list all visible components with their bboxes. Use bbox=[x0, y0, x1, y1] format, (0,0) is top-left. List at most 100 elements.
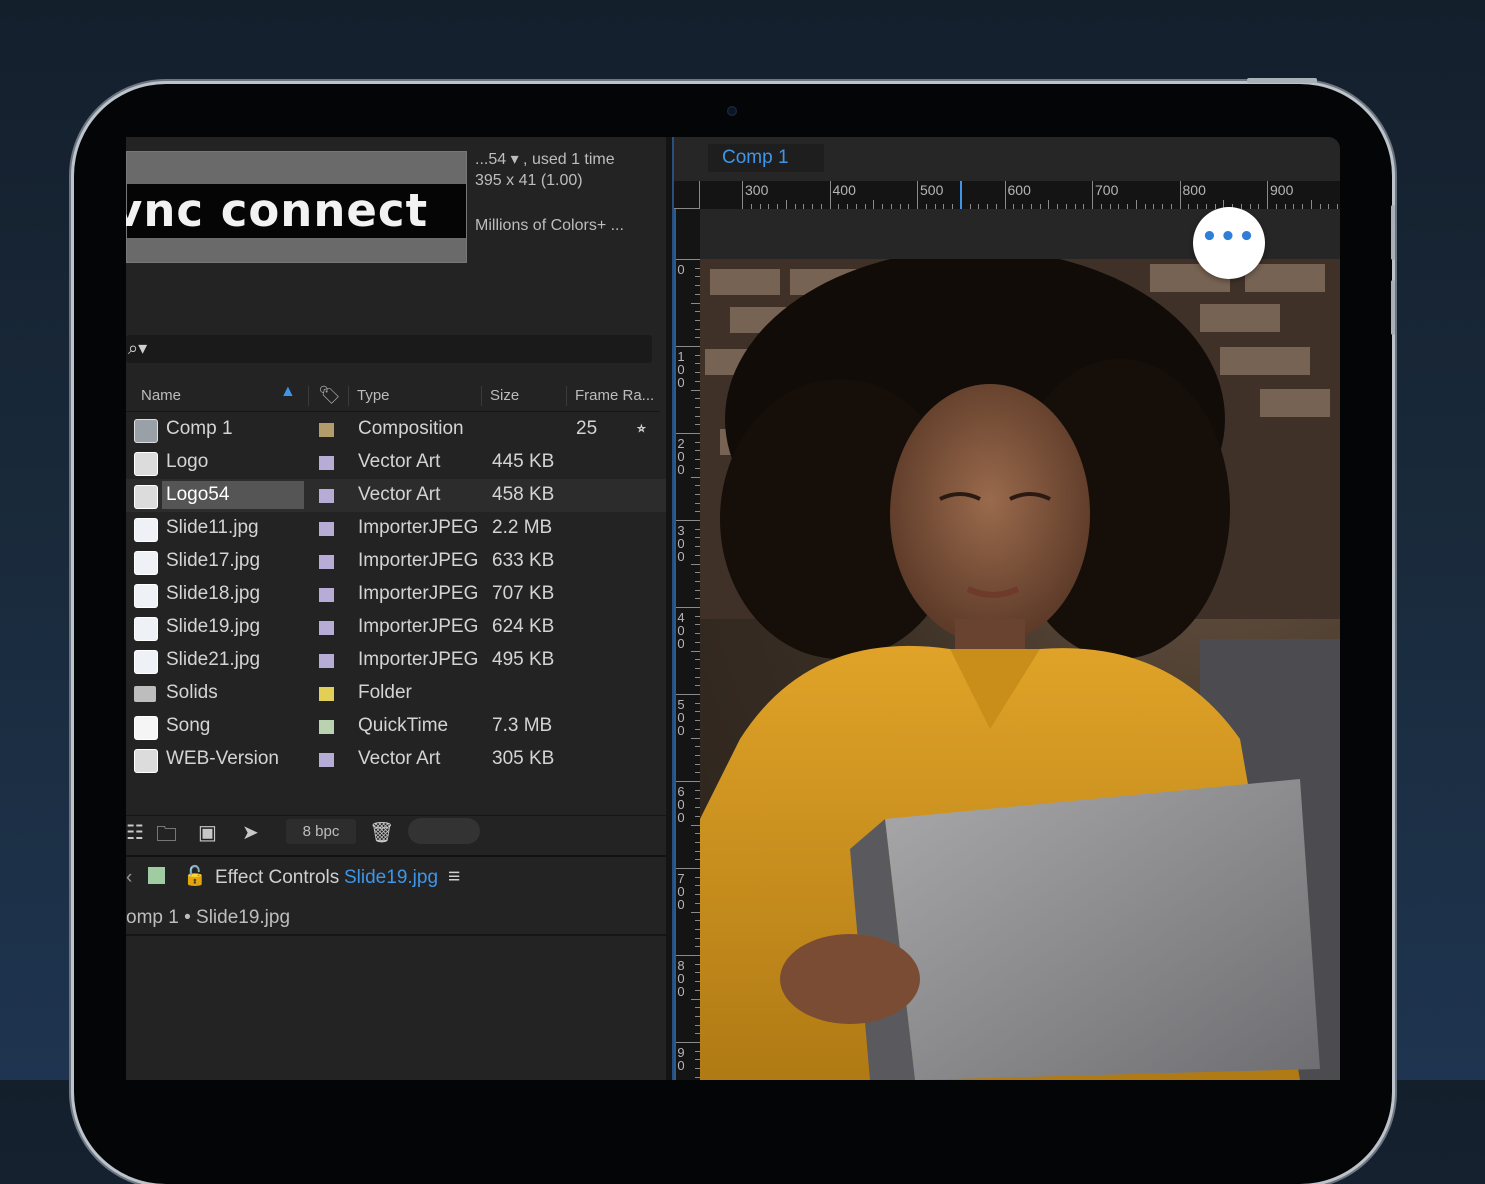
project-item-row[interactable]: Logo54 Vector Art 458 KB bbox=[126, 479, 666, 512]
ruler-minor-tick bbox=[691, 737, 700, 739]
effect-controls-layer[interactable]: Slide19.jpg bbox=[344, 867, 438, 889]
effect-controls-tab[interactable]: ‹ 🔓 Effect Controls Slide19.jpg ≡ bbox=[126, 859, 666, 899]
search-icon[interactable]: ⌕▾ bbox=[128, 338, 147, 359]
column-name[interactable]: Name bbox=[141, 387, 181, 404]
ruler-label: 9 0 bbox=[677, 1045, 685, 1073]
ruler-label: 1 0 0 bbox=[677, 349, 685, 390]
composition-tab-bar: Comp 1 bbox=[674, 137, 1340, 181]
ruler-major-tick bbox=[674, 781, 700, 782]
project-item-row[interactable]: Song QuickTime 7.3 MB bbox=[126, 710, 666, 743]
ruler-label: 7 0 0 bbox=[677, 871, 685, 912]
flowchart-icon[interactable]: ⭒ bbox=[636, 417, 647, 440]
item-type: ImporterJPEG bbox=[358, 517, 479, 538]
project-search-input[interactable]: ⌕▾ bbox=[126, 335, 652, 363]
item-name[interactable]: Song bbox=[166, 715, 210, 737]
ruler-label: 800 bbox=[1182, 182, 1206, 198]
column-frame-rate[interactable]: Frame Ra... bbox=[575, 387, 654, 404]
ruler-minor-tick bbox=[691, 824, 700, 826]
project-item-row[interactable]: Slide11.jpg ImporterJPEG 2.2 MB bbox=[126, 512, 666, 545]
ruler-major-tick bbox=[917, 181, 918, 209]
item-name[interactable]: Slide19.jpg bbox=[166, 616, 260, 638]
horizontal-ruler[interactable]: 300 400 500 600 700 800 900 bbox=[674, 181, 1340, 209]
bit-depth-button[interactable]: 8 bpc bbox=[286, 819, 356, 844]
interpret-footage-icon[interactable]: ☷ bbox=[126, 820, 144, 845]
ruler-major-tick bbox=[674, 433, 700, 434]
label-color-swatch[interactable] bbox=[319, 687, 334, 701]
panel-menu-icon[interactable]: ≡ bbox=[448, 865, 460, 889]
item-name[interactable]: Slide18.jpg bbox=[166, 583, 260, 605]
ruler-major-tick bbox=[674, 259, 700, 260]
label-color-swatch[interactable] bbox=[319, 522, 334, 536]
project-item-row[interactable]: Slide17.jpg ImporterJPEG 633 KB bbox=[126, 545, 666, 578]
vertical-ruler[interactable]: 0 1 0 0 2 0 0 3 0 0 4 0 0 5 0 0 6 0 0 7 0 0 8 0 … bbox=[674, 209, 700, 1080]
ruler-origin-corner[interactable] bbox=[674, 181, 700, 209]
new-composition-icon[interactable]: ▣ bbox=[198, 820, 217, 845]
item-name[interactable]: Comp 1 bbox=[166, 418, 233, 440]
composition-icon bbox=[134, 419, 158, 443]
jpeg-file-icon bbox=[134, 617, 158, 641]
vector-file-icon bbox=[134, 485, 158, 509]
effect-controls-title: Effect Controls bbox=[215, 867, 340, 888]
project-item-row[interactable]: Slide18.jpg ImporterJPEG 707 KB bbox=[126, 578, 666, 611]
label-color-swatch[interactable] bbox=[319, 456, 334, 470]
ruler-minor-tick bbox=[1048, 200, 1050, 209]
asset-name-usage[interactable]: ...54 ▾ , used 1 time bbox=[475, 149, 615, 169]
label-color-swatch[interactable] bbox=[319, 621, 334, 635]
project-item-row[interactable]: Slide19.jpg ImporterJPEG 624 KB bbox=[126, 611, 666, 644]
project-item-row[interactable]: Logo Vector Art 445 KB bbox=[126, 446, 666, 479]
tablet-top-button bbox=[1247, 78, 1317, 83]
label-color-swatch[interactable] bbox=[319, 720, 334, 734]
column-separator bbox=[481, 386, 482, 406]
label-color-swatch[interactable] bbox=[319, 753, 334, 767]
label-color-swatch[interactable] bbox=[319, 423, 334, 437]
project-item-row[interactable]: Slide21.jpg ImporterJPEG 495 KB bbox=[126, 644, 666, 677]
vector-file-icon bbox=[134, 452, 158, 476]
ruler-major-tick bbox=[674, 520, 700, 521]
horizontal-scrollbar[interactable] bbox=[408, 818, 480, 844]
project-items-list: Comp 1 Composition 25 ⭒ Logo Vector Art 445 KB… bbox=[126, 413, 666, 776]
item-name[interactable]: Slide21.jpg bbox=[166, 649, 260, 671]
ruler-label: 5 0 0 bbox=[677, 697, 685, 738]
project-item-row[interactable]: WEB-Version Vector Art 305 KB bbox=[126, 743, 666, 776]
ruler-minor-tick bbox=[785, 200, 787, 209]
render-queue-icon[interactable]: ➤ bbox=[242, 820, 259, 845]
app-screen: vnc connect ...54 ▾ , used 1 time 395 x … bbox=[126, 137, 1340, 1080]
lock-icon[interactable]: 🔓 bbox=[183, 864, 207, 888]
more-options-button[interactable]: ••• bbox=[1193, 207, 1265, 279]
jpeg-file-icon bbox=[134, 518, 158, 542]
chevron-left-icon[interactable]: ‹ bbox=[126, 867, 132, 889]
asset-colors: Millions of Colors+ ... bbox=[475, 217, 624, 234]
ruler-minor-tick bbox=[873, 200, 875, 209]
folder-icon bbox=[134, 686, 156, 702]
label-color-swatch[interactable] bbox=[319, 489, 334, 503]
ruler-cursor-marker bbox=[960, 181, 962, 209]
column-size[interactable]: Size bbox=[490, 387, 519, 404]
composition-viewer[interactable] bbox=[700, 259, 1340, 1080]
trash-icon[interactable]: 🗑 bbox=[369, 820, 394, 845]
tab-comp-1[interactable]: Comp 1 bbox=[708, 144, 824, 172]
item-name[interactable]: Logo bbox=[166, 451, 208, 473]
ruler-cursor-marker bbox=[674, 209, 676, 1080]
item-name[interactable]: Logo54 bbox=[162, 481, 304, 509]
item-name[interactable]: Slide17.jpg bbox=[166, 550, 260, 572]
ruler-label: 600 bbox=[1007, 182, 1031, 198]
column-type[interactable]: Type bbox=[357, 387, 390, 404]
label-tag-icon[interactable]: 🏷 bbox=[318, 385, 341, 406]
label-color-swatch[interactable] bbox=[319, 555, 334, 569]
item-name[interactable]: Solids bbox=[166, 682, 218, 704]
sort-ascending-icon[interactable]: ▲ bbox=[280, 383, 296, 401]
project-panel: vnc connect ...54 ▾ , used 1 time 395 x … bbox=[126, 137, 666, 1080]
item-type: Vector Art bbox=[358, 484, 441, 505]
ruler-minor-tick bbox=[691, 302, 700, 304]
item-type: Folder bbox=[358, 682, 412, 703]
ruler-label: 400 bbox=[832, 182, 856, 198]
label-color-swatch[interactable] bbox=[319, 654, 334, 668]
project-item-row[interactable]: Comp 1 Composition 25 ⭒ bbox=[126, 413, 666, 446]
project-item-row[interactable]: Solids Folder bbox=[126, 677, 666, 710]
column-separator bbox=[308, 386, 309, 406]
ruler-minor-tick bbox=[691, 476, 700, 478]
label-color-swatch[interactable] bbox=[319, 588, 334, 602]
item-name[interactable]: WEB-Version bbox=[166, 748, 279, 770]
item-name[interactable]: Slide11.jpg bbox=[166, 517, 259, 539]
new-folder-icon[interactable]: 🗀 bbox=[156, 820, 177, 855]
